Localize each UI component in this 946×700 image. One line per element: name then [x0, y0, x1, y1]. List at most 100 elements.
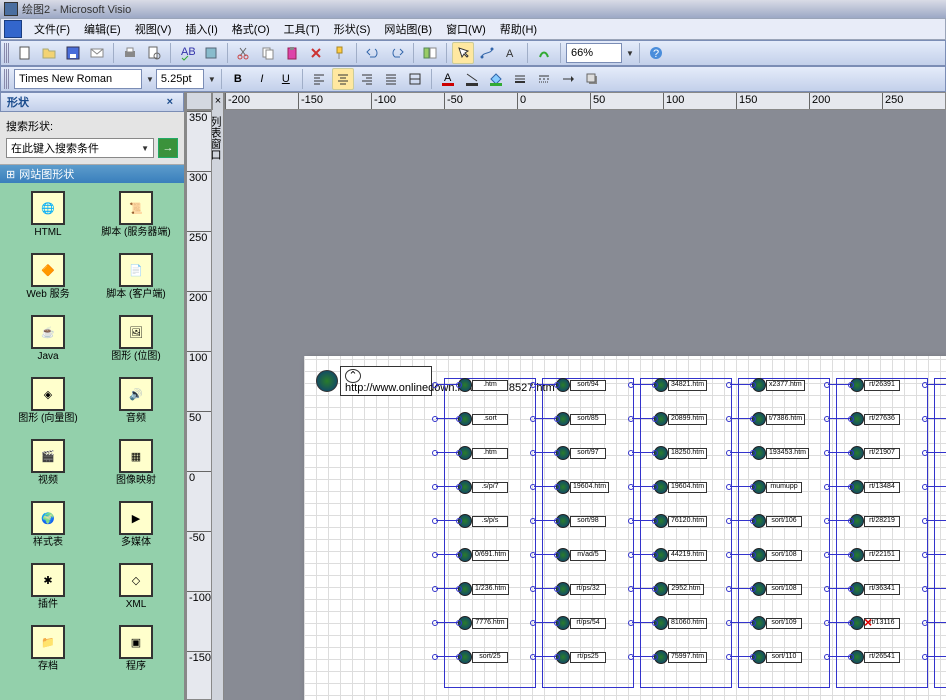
- root-url-box[interactable]: ⌃ http://www.onlinedown.net/soft/578527.…: [340, 366, 432, 396]
- line-pattern-button[interactable]: [533, 68, 555, 90]
- shapes-window-button[interactable]: [419, 42, 441, 64]
- new-button[interactable]: [14, 42, 36, 64]
- line-color-button[interactable]: [461, 68, 483, 90]
- sitemap-node[interactable]: sort/94: [556, 378, 606, 392]
- menu-window[interactable]: 窗口(W): [440, 19, 492, 39]
- sitemap-node[interactable]: mumupp: [752, 480, 802, 494]
- sitemap-node[interactable]: sort/110: [752, 650, 802, 664]
- sitemap-node[interactable]: sort/108: [752, 548, 802, 562]
- align-right-button[interactable]: [356, 68, 378, 90]
- root-node[interactable]: ⌃ http://www.onlinedown.net/soft/578527.…: [316, 366, 432, 396]
- shadow-button[interactable]: [581, 68, 603, 90]
- cut-button[interactable]: [233, 42, 255, 64]
- sitemap-node[interactable]: rt/36341: [850, 582, 900, 596]
- menu-format[interactable]: 格式(O): [226, 19, 276, 39]
- shape-master-Java[interactable]: ☕Java: [8, 315, 88, 373]
- font-color-button[interactable]: A: [437, 68, 459, 90]
- menu-insert[interactable]: 插入(I): [179, 19, 223, 39]
- sitemap-node[interactable]: 81060.htm: [654, 616, 707, 630]
- sitemap-node[interactable]: 34821.htm: [654, 378, 707, 392]
- sitemap-node[interactable]: 19604.htm: [654, 480, 707, 494]
- chevron-down-icon[interactable]: ▼: [141, 144, 149, 153]
- zoom-dropdown-icon[interactable]: ▼: [626, 49, 634, 58]
- sitemap-node[interactable]: 20899.htm: [654, 412, 707, 426]
- sitemap-node[interactable]: rt/13484: [850, 480, 900, 494]
- sitemap-node[interactable]: 193453.htm: [752, 446, 809, 460]
- connector-tool-button[interactable]: [476, 42, 498, 64]
- sitemap-node[interactable]: 1/236.htm: [458, 582, 509, 596]
- sitemap-node[interactable]: rt/21907: [850, 446, 900, 460]
- menu-view[interactable]: 视图(V): [129, 19, 178, 39]
- sitemap-node[interactable]: sort/25: [458, 650, 508, 664]
- shape-master-HTML[interactable]: 🌐HTML: [8, 191, 88, 249]
- app-logo-icon[interactable]: [4, 20, 22, 38]
- sitemap-node[interactable]: 0/691.htm: [458, 548, 509, 562]
- shape-master-程序[interactable]: ▣程序: [96, 625, 176, 683]
- spelling-button[interactable]: ABC: [176, 42, 198, 64]
- sitemap-node[interactable]: 7776.htm: [458, 616, 508, 630]
- sitemap-node[interactable]: rt/ps/54: [556, 616, 606, 630]
- sitemap-node[interactable]: .sort: [458, 412, 508, 426]
- save-button[interactable]: [62, 42, 84, 64]
- shape-master-图形 (位图)[interactable]: 🖼图形 (位图): [96, 315, 176, 373]
- menu-edit[interactable]: 编辑(E): [78, 19, 127, 39]
- sitemap-node[interactable]: x2377.htm: [752, 378, 805, 392]
- sitemap-node[interactable]: 44219.htm: [654, 548, 707, 562]
- format-painter-button[interactable]: [329, 42, 351, 64]
- redo-button[interactable]: [386, 42, 408, 64]
- sitemap-node[interactable]: .htm: [458, 378, 508, 392]
- open-button[interactable]: [38, 42, 60, 64]
- menu-help[interactable]: 帮助(H): [494, 19, 543, 39]
- shape-master-视频[interactable]: 🎬视频: [8, 439, 88, 497]
- sitemap-node[interactable]: sort/98: [556, 514, 606, 528]
- sitemap-node[interactable]: sort/97: [556, 446, 606, 460]
- shape-master-XML[interactable]: ◇XML: [96, 563, 176, 621]
- drawing-canvas[interactable]: ⌃ http://www.onlinedown.net/soft/578527.…: [224, 110, 946, 700]
- font-dropdown-icon[interactable]: ▼: [146, 75, 154, 84]
- italic-button[interactable]: I: [251, 68, 273, 90]
- line-ends-button[interactable]: [557, 68, 579, 90]
- shape-master-图形 (向量图)[interactable]: ◈图形 (向量图): [8, 377, 88, 435]
- drawing-page[interactable]: ⌃ http://www.onlinedown.net/soft/578527.…: [304, 356, 946, 700]
- print-button[interactable]: [119, 42, 141, 64]
- shape-master-图像映射[interactable]: ▦图像映射: [96, 439, 176, 497]
- menu-file[interactable]: 文件(F): [28, 19, 76, 39]
- shape-master-脚本 (客户端)[interactable]: 📄脚本 (客户端): [96, 253, 176, 311]
- menu-shape[interactable]: 形状(S): [328, 19, 377, 39]
- zoom-input[interactable]: [566, 43, 622, 63]
- font-input[interactable]: [14, 69, 142, 89]
- line-weight-button[interactable]: [509, 68, 531, 90]
- sitemap-node[interactable]: 18250.htm: [654, 446, 707, 460]
- sitemap-node[interactable]: rt/26391: [850, 378, 900, 392]
- toolbar-grip[interactable]: [4, 69, 10, 89]
- sitemap-node[interactable]: rt/27636: [850, 412, 900, 426]
- sitemap-node[interactable]: .s/p/s: [458, 514, 508, 528]
- shape-master-音频[interactable]: 🔊音频: [96, 377, 176, 435]
- underline-button[interactable]: U: [275, 68, 297, 90]
- distribute-button[interactable]: [404, 68, 426, 90]
- search-input[interactable]: 在此键入搜索条件 ▼: [6, 138, 154, 158]
- bold-button[interactable]: B: [227, 68, 249, 90]
- text-tool-button[interactable]: A: [500, 42, 522, 64]
- copy-button[interactable]: [257, 42, 279, 64]
- shape-master-插件[interactable]: ✱插件: [8, 563, 88, 621]
- shape-master-Web 服务[interactable]: 🔶Web 服务: [8, 253, 88, 311]
- sitemap-node[interactable]: rt/26541: [850, 650, 900, 664]
- stencil-header[interactable]: ⊞ 网站图形状: [0, 165, 184, 183]
- sitemap-node[interactable]: rt/ps25: [556, 650, 606, 664]
- sitemap-node[interactable]: m/ad/5: [556, 548, 606, 562]
- toolbar-grip[interactable]: [4, 43, 10, 63]
- sitemap-node[interactable]: 19604.htm: [556, 480, 609, 494]
- sitemap-node[interactable]: sort/106: [752, 514, 802, 528]
- print-preview-button[interactable]: [143, 42, 165, 64]
- mail-button[interactable]: [86, 42, 108, 64]
- sitemap-node[interactable]: t/7386.htm: [752, 412, 805, 426]
- paste-button[interactable]: [281, 42, 303, 64]
- sitemap-node[interactable]: rt/22151: [850, 548, 900, 562]
- shape-master-脚本 (服务器端)[interactable]: 📜脚本 (服务器端): [96, 191, 176, 249]
- sitemap-node[interactable]: 76120.htm: [654, 514, 707, 528]
- sitemap-node[interactable]: rt/28219: [850, 514, 900, 528]
- close-icon[interactable]: ×: [163, 96, 177, 108]
- align-center-button[interactable]: [332, 68, 354, 90]
- sitemap-node[interactable]: sort/109: [752, 616, 802, 630]
